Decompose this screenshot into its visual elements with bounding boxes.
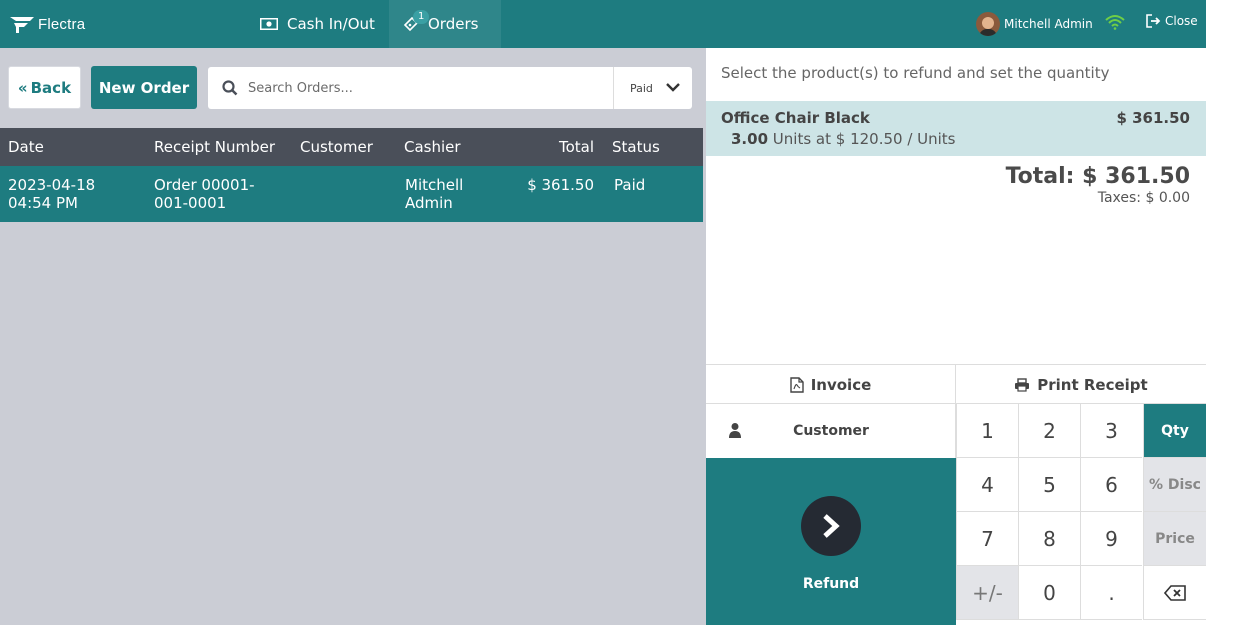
- back-button[interactable]: « Back: [8, 66, 81, 109]
- file-pdf-icon: [790, 376, 804, 393]
- print-receipt-button[interactable]: Print Receipt: [956, 365, 1206, 404]
- money-icon: [260, 18, 278, 30]
- orderline-product-name: Office Chair Black: [721, 109, 870, 127]
- header-total: Total: [558, 138, 594, 156]
- order-total: Total: $ 361.50: [1005, 164, 1190, 189]
- set-customer-button[interactable]: Customer: [706, 404, 956, 458]
- orderline-selected[interactable]: Office Chair Black $ 361.50 3.00 Units a…: [706, 101, 1206, 156]
- numpad-mode-qty[interactable]: Qty: [1143, 404, 1206, 458]
- header-date: Date: [8, 138, 44, 156]
- numpad-key-0[interactable]: 0: [1018, 566, 1080, 620]
- search-input[interactable]: [248, 67, 608, 109]
- orders-label: Orders: [428, 15, 479, 33]
- search-icon: [222, 80, 238, 100]
- numpad-key-6[interactable]: 6: [1080, 458, 1142, 512]
- numpad-mode-price[interactable]: Price: [1143, 512, 1206, 566]
- sign-out-icon: [1146, 14, 1161, 28]
- close-label: Close: [1165, 14, 1198, 28]
- pos-app: Flectra Cash In/Out 1 Orders Mitchell Ad…: [0, 0, 1206, 625]
- orders-button[interactable]: 1 Orders: [389, 0, 501, 48]
- orders-list-panel: « Back New Order Paid Date Receipt Numbe…: [0, 48, 706, 625]
- numpad-mode-discount[interactable]: % Disc: [1143, 458, 1206, 512]
- numpad-key-3[interactable]: 3: [1080, 404, 1142, 458]
- new-order-button[interactable]: New Order: [91, 66, 197, 109]
- numpad-key-2[interactable]: 2: [1018, 404, 1080, 458]
- numpad-key-5[interactable]: 5: [1018, 458, 1080, 512]
- backspace-icon: [1164, 584, 1186, 601]
- refund-label: Refund: [802, 576, 860, 592]
- status-filter-dropdown[interactable]: Paid: [613, 67, 692, 109]
- print-receipt-label: Print Receipt: [1037, 375, 1148, 394]
- header-status: Status: [612, 138, 660, 156]
- numpad-key-9[interactable]: 9: [1080, 512, 1142, 566]
- customer-label: Customer: [793, 423, 869, 439]
- user-name: Mitchell Admin: [1004, 17, 1093, 31]
- orderline-unit-info: Units at $ 120.50 / Units: [772, 130, 956, 148]
- orderline-price: $ 361.50: [1116, 109, 1190, 127]
- header-customer: Customer: [300, 138, 373, 156]
- numpad-key-1[interactable]: 1: [956, 404, 1018, 458]
- wifi-icon: [1105, 14, 1125, 34]
- orderline-qty: 3.00: [731, 130, 769, 148]
- row-receipt-number: Order 00001- 001-0001: [154, 176, 255, 212]
- print-icon: [1015, 377, 1030, 392]
- numpad-key-4[interactable]: 4: [956, 458, 1018, 512]
- orders-count-badge: 1: [413, 10, 430, 24]
- cash-in-out-button[interactable]: Cash In/Out: [260, 0, 375, 48]
- refund-button[interactable]: Refund: [706, 458, 956, 625]
- user-menu[interactable]: Mitchell Admin: [976, 12, 1093, 36]
- new-order-label: New Order: [98, 78, 190, 97]
- header-receipt-number: Receipt Number: [154, 138, 276, 156]
- logo-text: Flectra: [38, 15, 86, 33]
- numpad-key-7[interactable]: 7: [956, 512, 1018, 566]
- top-bar: Flectra Cash In/Out 1 Orders Mitchell Ad…: [0, 0, 1206, 48]
- flectra-logo-icon: [10, 17, 34, 33]
- invoice-button[interactable]: Invoice: [706, 365, 956, 404]
- close-button[interactable]: Close: [1146, 14, 1198, 28]
- numpad-key-dot[interactable]: .: [1080, 566, 1142, 620]
- chevron-right-icon: [801, 496, 861, 556]
- flectra-logo: Flectra: [8, 12, 85, 36]
- numpad-key-8[interactable]: 8: [1018, 512, 1080, 566]
- row-date: 2023-04-18 04:54 PM: [8, 176, 96, 212]
- search-bar: Paid: [208, 67, 692, 109]
- numpad-key-plus-minus[interactable]: +/-: [956, 566, 1018, 620]
- refund-hint: Select the product(s) to refund and set …: [721, 64, 1110, 82]
- row-total: $ 361.50: [527, 176, 594, 194]
- numpad-backspace-button[interactable]: [1143, 566, 1206, 620]
- header-cashier: Cashier: [404, 138, 461, 156]
- invoice-label: Invoice: [810, 375, 872, 394]
- back-label: Back: [30, 78, 72, 97]
- row-cashier: Mitchell Admin: [405, 176, 464, 212]
- cash-in-out-label: Cash In/Out: [287, 15, 375, 33]
- avatar: [976, 12, 1000, 36]
- double-chevron-left-icon: «: [17, 78, 28, 97]
- order-taxes: Taxes: $ 0.00: [1097, 190, 1190, 206]
- table-row[interactable]: 2023-04-18 04:54 PM Order 00001- 001-000…: [0, 166, 703, 222]
- orders-table-header: Date Receipt Number Customer Cashier Tot…: [0, 128, 703, 166]
- control-buttons: Invoice Print Receipt: [706, 364, 1206, 404]
- refund-panel: Select the product(s) to refund and set …: [706, 48, 1206, 625]
- row-status: Paid: [614, 176, 646, 194]
- filter-value: Paid: [630, 81, 653, 95]
- orderline-detail: 3.00 Units at $ 120.50 / Units: [731, 130, 956, 148]
- chevron-down-icon: [666, 83, 680, 92]
